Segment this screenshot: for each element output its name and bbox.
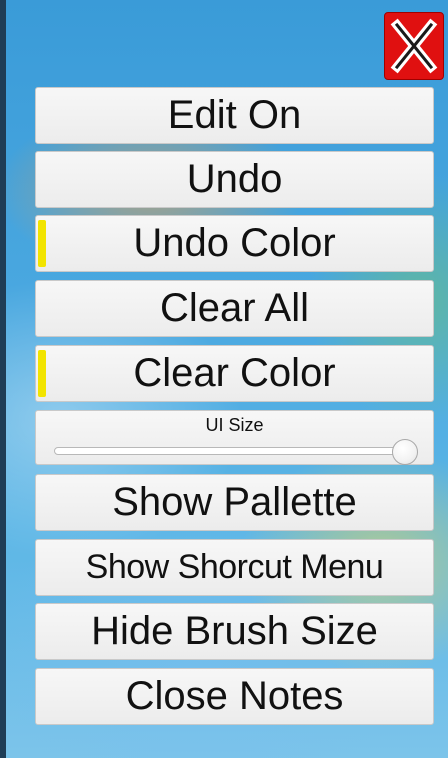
window-edge xyxy=(0,0,6,758)
undo-color-swatch xyxy=(38,220,46,267)
undo-button[interactable]: Undo xyxy=(35,151,434,208)
ui-size-label: UI Size xyxy=(205,415,264,435)
ui-size-slider-thumb[interactable] xyxy=(392,439,419,465)
show-pallette-button[interactable]: Show Pallette xyxy=(35,474,434,531)
ui-size-slider-track[interactable] xyxy=(54,447,416,455)
show-shortcut-menu-label: Show Shorcut Menu xyxy=(85,548,384,586)
hide-brush-size-label: Hide Brush Size xyxy=(91,609,378,653)
edit-on-label: Edit On xyxy=(167,93,302,137)
hide-brush-size-button[interactable]: Hide Brush Size xyxy=(35,603,434,660)
undo-label: Undo xyxy=(186,157,283,201)
ui-size-panel: UI Size xyxy=(35,410,434,465)
edit-on-button[interactable]: Edit On xyxy=(35,87,434,144)
close-button[interactable] xyxy=(384,12,444,80)
undo-color-button[interactable]: Undo Color xyxy=(35,215,434,272)
close-notes-button[interactable]: Close Notes xyxy=(35,668,434,725)
clear-all-button[interactable]: Clear All xyxy=(35,280,434,337)
clear-color-button[interactable]: Clear Color xyxy=(35,345,434,402)
undo-color-label: Undo Color xyxy=(133,221,336,265)
show-pallette-label: Show Pallette xyxy=(112,480,357,524)
clear-color-label: Clear Color xyxy=(133,351,336,395)
close-icon xyxy=(390,18,438,74)
show-shortcut-menu-button[interactable]: Show Shorcut Menu xyxy=(35,539,434,596)
close-notes-label: Close Notes xyxy=(125,674,344,718)
clear-color-swatch xyxy=(38,350,46,397)
clear-all-label: Clear All xyxy=(160,286,309,330)
